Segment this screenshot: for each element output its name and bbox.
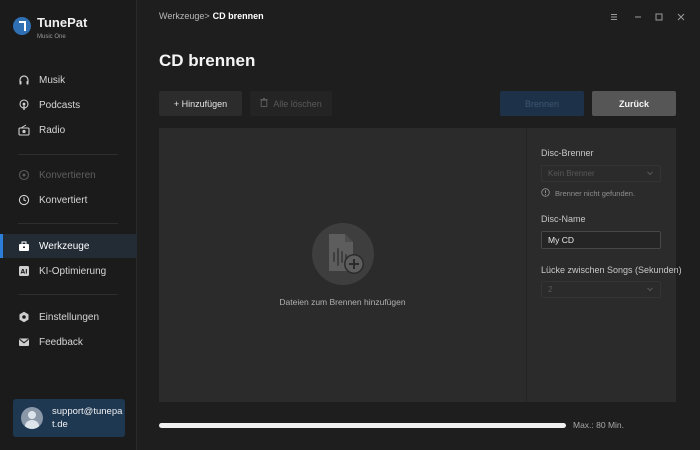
clear-all-label: Alle löschen	[273, 98, 322, 109]
sidebar-item-label: Feedback	[39, 336, 83, 348]
breadcrumb: Werkzeuge > CD brennen	[159, 11, 264, 21]
sidebar-item-label: Podcasts	[39, 99, 81, 111]
burn-panel: Dateien zum Brennen hinzufügen Disc-Bren…	[159, 128, 682, 402]
gear-icon	[18, 311, 30, 323]
menu-icon[interactable]	[607, 10, 621, 24]
sidebar-item-werkzeuge[interactable]: Werkzeuge	[0, 234, 137, 258]
dropzone-label: Dateien zum Brennen hinzufügen	[279, 297, 406, 307]
capacity-max-label: Max.: 80 Min.	[573, 420, 625, 430]
svg-text:AI: AI	[21, 269, 28, 276]
disc-name-label: Disc-Name	[541, 214, 586, 224]
add-files-icon	[312, 223, 374, 285]
user-email: support@tunepat.de	[52, 406, 123, 430]
add-button[interactable]: + Hinzufügen	[159, 91, 242, 116]
song-gap-value: 2	[548, 285, 553, 294]
app-name: TunePat	[37, 15, 88, 30]
sidebar-divider	[18, 154, 118, 155]
sidebar-divider	[18, 223, 118, 224]
podcast-icon	[18, 99, 30, 111]
disc-burner-label: Disc-Brenner	[541, 148, 594, 158]
page-title: CD brennen	[159, 51, 256, 70]
back-button[interactable]: Zurück	[592, 91, 676, 116]
sidebar-item-musik[interactable]: Musik	[0, 68, 137, 92]
sidebar-divider	[18, 294, 118, 295]
maximize-icon[interactable]	[652, 10, 666, 24]
minimize-icon[interactable]	[631, 10, 645, 24]
sidebar-item-label: Konvertiert	[39, 194, 88, 206]
disc-name-input[interactable]: My CD	[541, 231, 661, 249]
breadcrumb-current: CD brennen	[212, 11, 264, 21]
song-gap-label: Lücke zwischen Songs (Sekunden)	[541, 265, 682, 275]
panel-divider	[526, 128, 527, 402]
sidebar-item-konvertiert[interactable]: Konvertiert	[0, 188, 137, 212]
app-subtitle: Music One	[37, 34, 66, 40]
capacity-bar-fill	[159, 423, 566, 428]
ai-icon: AI	[18, 265, 30, 277]
sidebar-item-label: Radio	[39, 124, 66, 136]
sidebar-item-konvertieren[interactable]: Konvertieren	[0, 163, 137, 187]
title-bar: Werkzeuge > CD brennen	[138, 0, 700, 34]
breadcrumb-separator: >	[204, 11, 210, 21]
convert-icon	[18, 169, 30, 181]
avatar	[21, 407, 43, 429]
info-icon	[541, 188, 550, 199]
chevron-down-icon	[646, 285, 654, 295]
sidebar-item-label: Werkzeuge	[39, 240, 90, 252]
tunepat-logo-icon	[13, 17, 31, 35]
trash-icon	[260, 98, 268, 109]
sidebar-item-radio[interactable]: Radio	[0, 118, 137, 142]
burner-warning: Brenner nicht gefunden.	[541, 188, 635, 199]
file-dropzone[interactable]: Dateien zum Brennen hinzufügen	[159, 128, 526, 402]
burn-button[interactable]: Brennen	[500, 91, 584, 116]
clear-all-button[interactable]: Alle löschen	[250, 91, 332, 116]
sidebar: TunePat Music One Musik Podcasts Radio K…	[0, 0, 137, 450]
mail-icon	[18, 336, 30, 348]
brand: TunePat Music One	[13, 15, 87, 40]
burner-warning-text: Brenner nicht gefunden.	[555, 189, 636, 198]
sidebar-item-label: Musik	[39, 74, 66, 86]
sidebar-item-label: Konvertieren	[39, 169, 96, 181]
user-account-button[interactable]: support@tunepat.de	[13, 399, 125, 437]
capacity-bar	[159, 423, 566, 428]
sidebar-item-podcasts[interactable]: Podcasts	[0, 93, 137, 117]
sidebar-item-ki-optimierung[interactable]: AI KI-Optimierung	[0, 259, 137, 283]
breadcrumb-parent[interactable]: Werkzeuge	[159, 11, 204, 21]
radio-icon	[18, 124, 30, 136]
headphones-icon	[18, 74, 30, 86]
sidebar-item-label: KI-Optimierung	[39, 265, 107, 277]
clock-icon	[18, 194, 30, 206]
sidebar-item-feedback[interactable]: Feedback	[0, 330, 137, 354]
song-gap-select[interactable]: 2	[541, 281, 661, 298]
disc-burner-value: Kein Brenner	[548, 169, 595, 178]
sidebar-item-einstellungen[interactable]: Einstellungen	[0, 305, 137, 329]
toolbox-icon	[18, 240, 30, 252]
chevron-down-icon	[646, 169, 654, 179]
close-icon[interactable]	[674, 10, 688, 24]
disc-burner-select[interactable]: Kein Brenner	[541, 165, 661, 182]
sidebar-item-label: Einstellungen	[39, 311, 100, 323]
